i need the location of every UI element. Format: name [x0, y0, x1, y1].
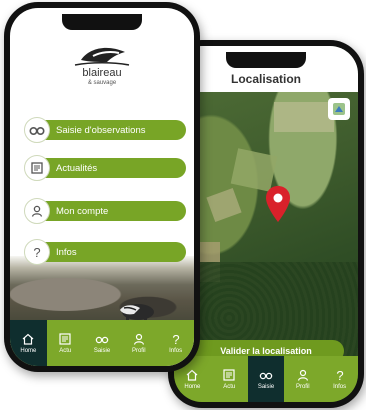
button-label: Actualités	[56, 162, 98, 174]
badger-photo	[10, 256, 194, 320]
svg-text:?: ?	[336, 368, 343, 382]
svg-text:?: ?	[172, 332, 179, 346]
user-icon	[24, 198, 50, 224]
infos-button[interactable]: ? Infos	[24, 239, 186, 265]
binoculars-icon	[259, 372, 273, 380]
nav-actu[interactable]: Actu	[211, 356, 248, 402]
saisie-observations-button[interactable]: Saisie d'observations	[24, 117, 186, 143]
nav-saisie[interactable]: Saisie	[247, 356, 285, 402]
localisation-screen: Localisation Valider la localisation Hom…	[174, 46, 358, 402]
svg-text:?: ?	[33, 245, 40, 259]
news-icon	[24, 155, 50, 181]
home-screen: blaireau & sauvage Saisie d'observations…	[10, 8, 194, 366]
phone-notch	[226, 52, 306, 68]
user-icon	[133, 333, 144, 345]
home-icon	[22, 333, 34, 345]
nav-label: Actu	[59, 348, 72, 354]
binoculars-icon	[95, 336, 109, 344]
nav-infos[interactable]: ? Infos	[157, 320, 194, 366]
button-label: Saisie d'observations	[56, 124, 146, 136]
nav-actu[interactable]: Actu	[47, 320, 84, 366]
map-field	[206, 187, 242, 223]
badger-image	[120, 304, 154, 322]
question-icon: ?	[336, 368, 343, 382]
nav-label: Saisie	[93, 348, 111, 354]
phone-notch	[62, 14, 142, 30]
news-icon	[59, 333, 71, 345]
mon-compte-button[interactable]: Mon compte	[24, 198, 186, 224]
nav-home[interactable]: Home	[10, 320, 47, 366]
nav-profil[interactable]: Profil	[120, 320, 157, 366]
actualites-button[interactable]: Actualités	[24, 155, 186, 181]
nav-label: Actu	[223, 384, 236, 390]
bottom-nav: Home Actu Saisie Profil ? Infos	[174, 356, 358, 402]
badger-logo-icon	[74, 47, 130, 66]
button-label: Infos	[56, 246, 77, 258]
nav-saisie[interactable]: Saisie	[84, 320, 121, 366]
nav-label: Profil	[131, 348, 146, 354]
nav-profil[interactable]: Profil	[284, 356, 321, 402]
location-pin-icon[interactable]	[266, 186, 290, 222]
nav-infos[interactable]: ? Infos	[321, 356, 358, 402]
question-icon: ?	[172, 332, 179, 346]
nav-label: Infos	[169, 348, 183, 354]
page-title: Localisation	[230, 72, 301, 86]
app-logo: blaireau & sauvage	[10, 38, 194, 108]
question-icon: ?	[24, 239, 50, 265]
phone-home: blaireau & sauvage Saisie d'observations…	[4, 2, 200, 372]
logo-subtitle: & sauvage	[87, 80, 117, 86]
nav-label: Saisie	[257, 384, 275, 390]
nav-label: Infos	[333, 384, 347, 390]
nav-label: Home	[20, 348, 37, 354]
home-icon	[186, 369, 198, 381]
user-icon	[297, 369, 308, 381]
binoculars-icon	[24, 117, 50, 143]
news-icon	[223, 369, 235, 381]
nav-label: Home	[184, 384, 201, 390]
bottom-nav: Home Actu Saisie Profil ? Infos	[10, 320, 194, 366]
map-layers-icon[interactable]	[328, 98, 350, 120]
button-label: Mon compte	[56, 205, 109, 217]
logo-name: blaireau	[82, 67, 122, 79]
nav-label: Profil	[295, 384, 310, 390]
map-field	[274, 102, 334, 132]
